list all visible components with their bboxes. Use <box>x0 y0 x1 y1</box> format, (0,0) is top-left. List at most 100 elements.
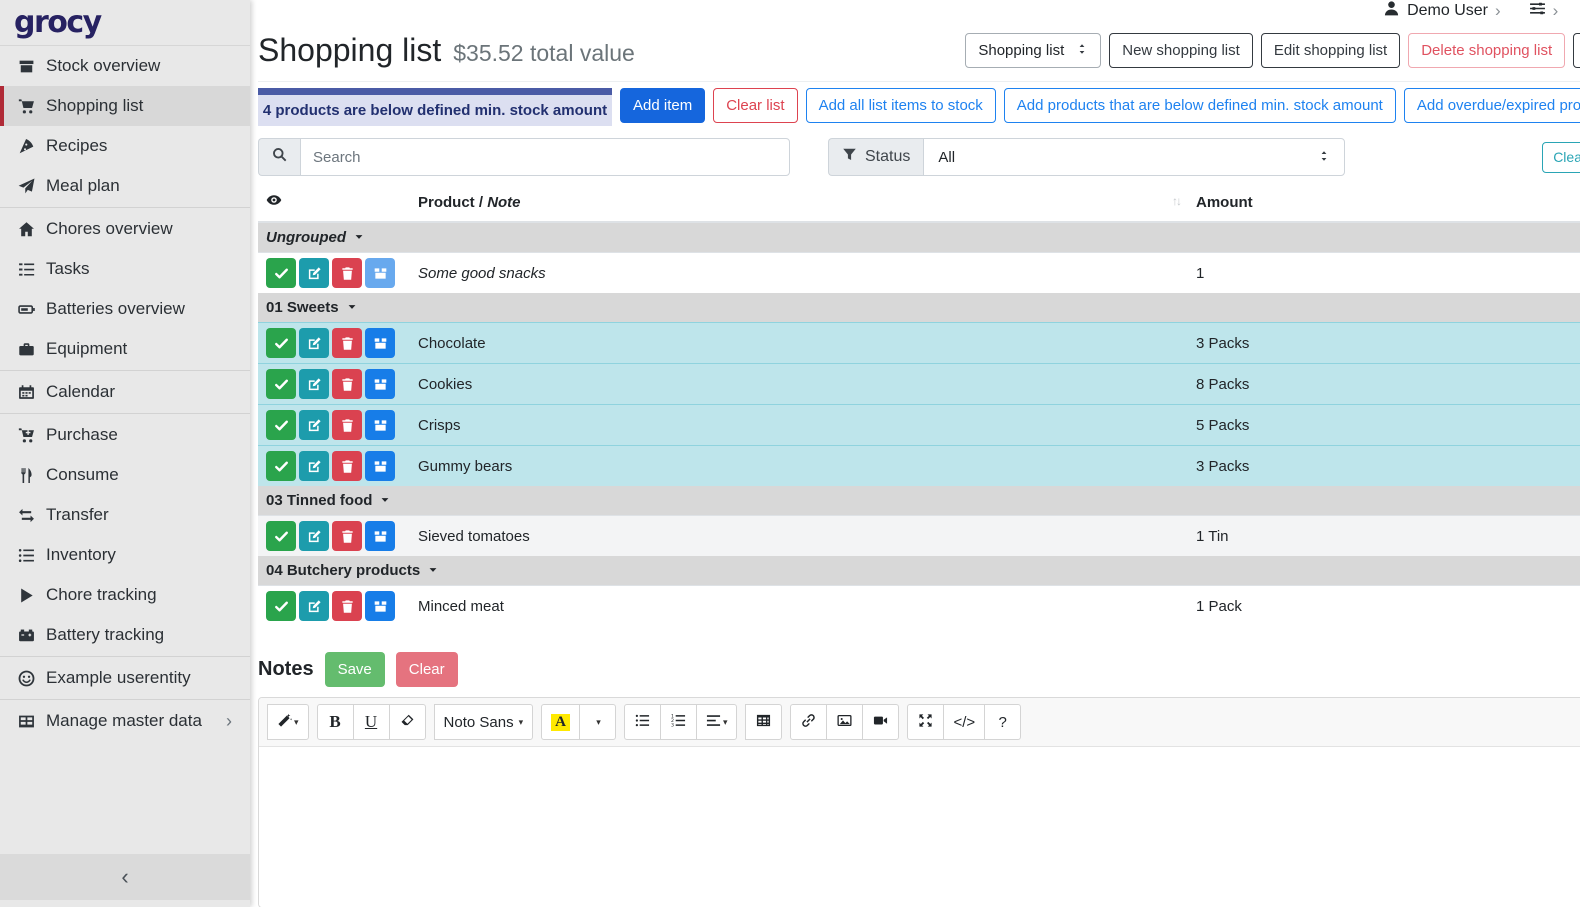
sidebar-item-batteries-overview[interactable]: Batteries overview <box>0 289 250 329</box>
new-shopping-list-button[interactable]: New shopping list <box>1109 33 1253 68</box>
insert-video-button[interactable] <box>862 704 899 740</box>
user-menu[interactable]: Demo User › <box>1383 0 1501 22</box>
delete-item-button[interactable] <box>332 521 362 551</box>
sidebar-item-label: Consume <box>46 465 119 485</box>
print-button[interactable]: Print <box>1573 33 1580 68</box>
delete-item-button[interactable] <box>332 369 362 399</box>
mark-done-button[interactable] <box>266 369 296 399</box>
sidebar-item-chore-tracking[interactable]: Chore tracking <box>0 575 250 615</box>
delete-item-button[interactable] <box>332 328 362 358</box>
sidebar-item-example-userentity[interactable]: Example userentity <box>0 658 250 698</box>
clear-list-button[interactable]: Clear list <box>713 88 797 123</box>
fullscreen-button[interactable] <box>907 704 944 740</box>
insert-table-button[interactable] <box>745 704 782 740</box>
notes-editing-area[interactable] <box>259 747 1580 907</box>
grocy-logo[interactable]: grocy <box>14 5 101 40</box>
edit-item-button[interactable] <box>299 591 329 621</box>
edit-shopping-list-button[interactable]: Edit shopping list <box>1261 33 1400 68</box>
code-view-button[interactable]: </> <box>943 704 985 740</box>
below-min-stock-notice[interactable]: 4 products are below defined min. stock … <box>258 88 612 126</box>
product-group-row[interactable]: 01 Sweets <box>258 293 1580 323</box>
sidebar-item-transfer[interactable]: Transfer <box>0 495 250 535</box>
font-family-button[interactable]: Noto Sans▾ <box>434 704 534 740</box>
ordered-list-button[interactable]: 123 <box>660 704 697 740</box>
edit-item-button[interactable] <box>299 451 329 481</box>
sidebar-item-stock-overview[interactable]: Stock overview <box>0 46 250 86</box>
add-to-stock-button[interactable] <box>365 369 395 399</box>
sidebar-item-tasks[interactable]: Tasks <box>0 249 250 289</box>
mark-done-button[interactable] <box>266 258 296 288</box>
paragraph-button[interactable]: ▾ <box>696 704 738 740</box>
mark-done-button[interactable] <box>266 451 296 481</box>
edit-item-button[interactable] <box>299 410 329 440</box>
sidebar-item-shopping-list[interactable]: Shopping list <box>0 86 250 126</box>
delete-shopping-list-button[interactable]: Delete shopping list <box>1408 33 1565 68</box>
unordered-list-button[interactable] <box>624 704 661 740</box>
font-color-dropdown-button[interactable]: ▾ <box>579 704 616 740</box>
add-to-stock-button[interactable] <box>365 410 395 440</box>
sidebar-item-battery-tracking[interactable]: Battery tracking <box>0 615 250 655</box>
sidebar-item-label: Transfer <box>46 505 109 525</box>
sort-icon[interactable]: ↑↓ <box>1172 194 1180 208</box>
toggle-done-visibility-header[interactable] <box>258 188 410 222</box>
sidebar-item-purchase[interactable]: Purchase <box>0 415 250 455</box>
mark-done-button[interactable] <box>266 410 296 440</box>
sidebar-item-equipment[interactable]: Equipment <box>0 329 250 369</box>
sidebar-item-consume[interactable]: Consume <box>0 455 250 495</box>
clear-notes-button[interactable]: Clear <box>396 652 458 687</box>
eraser-button[interactable] <box>389 704 426 740</box>
style-magic-button[interactable]: ▾ <box>267 704 309 740</box>
status-filter-label: Status <box>828 138 923 176</box>
add-to-stock-button[interactable] <box>365 521 395 551</box>
status-select[interactable]: All <box>923 138 1345 176</box>
sidebar-item-chores-overview[interactable]: Chores overview <box>0 209 250 249</box>
delete-item-button[interactable] <box>332 258 362 288</box>
caret-down-icon <box>420 562 438 579</box>
shopping-list-selector[interactable]: Shopping list <box>965 33 1101 68</box>
edit-item-button[interactable] <box>299 369 329 399</box>
mark-done-button[interactable] <box>266 591 296 621</box>
delete-item-button[interactable] <box>332 451 362 481</box>
edit-item-button[interactable] <box>299 521 329 551</box>
mark-done-button[interactable] <box>266 328 296 358</box>
sidebar-item-manage-master-data[interactable]: Manage master data› <box>0 701 250 741</box>
insert-link-button[interactable] <box>790 704 827 740</box>
topbar: Demo User › › › <box>250 0 1580 22</box>
settings-menu[interactable]: › <box>1529 0 1559 22</box>
add-below-min-button[interactable]: Add products that are below defined min.… <box>1004 88 1396 123</box>
search-icon <box>272 147 287 167</box>
delete-item-button[interactable] <box>332 591 362 621</box>
sidebar-item-meal-plan[interactable]: Meal plan <box>0 166 250 206</box>
add-item-button[interactable]: Add item <box>620 88 705 123</box>
product-group-row[interactable]: 04 Butchery products <box>258 556 1580 586</box>
edit-item-button[interactable] <box>299 258 329 288</box>
clear-filter-button[interactable]: Clear filter <box>1542 142 1580 173</box>
add-to-stock-button[interactable] <box>365 591 395 621</box>
add-all-to-stock-button[interactable]: Add all list items to stock <box>806 88 996 123</box>
add-to-stock-button[interactable] <box>365 451 395 481</box>
shopping-list-row: Crisps5 Packs <box>258 405 1580 446</box>
font-color-button[interactable]: A <box>541 704 580 740</box>
help-button[interactable]: ? <box>984 704 1021 740</box>
product-column-header[interactable]: Product / Note ↑↓ <box>410 188 1188 222</box>
add-to-stock-button[interactable] <box>365 328 395 358</box>
add-to-stock-button[interactable] <box>365 258 395 288</box>
product-group-row[interactable]: Ungrouped <box>258 222 1580 253</box>
sidebar-item-recipes[interactable]: Recipes <box>0 126 250 166</box>
underline-button[interactable]: U <box>353 704 390 740</box>
sidebar-item-inventory[interactable]: Inventory <box>0 535 250 575</box>
mark-done-button[interactable] <box>266 521 296 551</box>
insert-picture-button[interactable] <box>826 704 863 740</box>
add-overdue-button[interactable]: Add overdue/expired products <box>1404 88 1580 123</box>
bold-button[interactable]: B <box>317 704 354 740</box>
delete-item-button[interactable] <box>332 410 362 440</box>
amount-column-header[interactable]: Amount ↑↓ <box>1188 188 1580 222</box>
edit-item-button[interactable] <box>299 328 329 358</box>
search-input[interactable] <box>300 138 790 176</box>
caret-down-icon <box>372 492 390 509</box>
sidebar-item-calendar[interactable]: Calendar <box>0 372 250 412</box>
product-group-row[interactable]: 03 Tinned food <box>258 486 1580 516</box>
sidebar-collapse-button[interactable]: ‹ <box>0 854 250 900</box>
save-notes-button[interactable]: Save <box>325 652 385 687</box>
shopping-list-selector-value: Shopping list <box>978 42 1064 59</box>
